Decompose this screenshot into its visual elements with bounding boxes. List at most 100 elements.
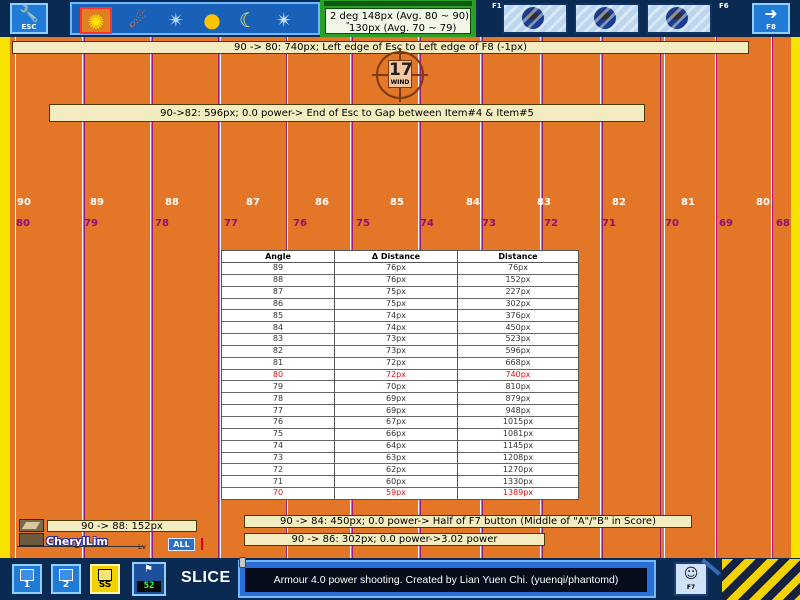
cell-distance: 376px (457, 309, 579, 322)
shot-mode-2-label: 2 (62, 580, 70, 590)
hazard-stripes (722, 559, 800, 600)
table-row: 71 60px 1330px (221, 475, 579, 488)
f1-key-label: F1 (492, 2, 502, 10)
player-avatar (19, 533, 44, 546)
item-slot-tornado-icon[interactable]: ✴ (160, 7, 192, 34)
angle-label: 89 (90, 197, 104, 208)
f7-button[interactable]: ☺ F7 (674, 562, 708, 596)
table-row: 76 67px 1015px (221, 415, 579, 429)
slot-shine (576, 5, 638, 32)
angle-label: 83 (537, 197, 551, 208)
table-row: 84 74px 450px (221, 321, 579, 334)
cell-angle: 88 (221, 273, 335, 287)
note-angle-86: 90 -> 86: 302px; 0.0 power->3.02 power (244, 533, 545, 546)
cell-distance: 1270px (457, 463, 579, 476)
power-bar[interactable]: Armour 4.0 power shooting. Created by Li… (245, 568, 647, 592)
mark-gridline (772, 37, 773, 558)
weapon-name: SLICE (181, 569, 231, 586)
cell-delta-distance: 62px (334, 463, 458, 476)
table-row: 87 75px 227px (221, 285, 579, 299)
f8-label: F8 (766, 23, 776, 31)
table-row: 74 64px 1145px (221, 439, 579, 452)
item-slot-tornado-2-icon[interactable]: ✴ (268, 7, 300, 34)
cell-distance: 1015px (457, 415, 579, 429)
cell-angle: 77 (221, 404, 335, 417)
teammate-slot-1[interactable] (502, 3, 568, 34)
power-bar-frame: Armour 4.0 power shooting. Created by Li… (238, 560, 656, 598)
table-row: 85 74px 376px (221, 309, 579, 322)
cell-delta-distance: 72px (334, 356, 458, 370)
angle-label: 81 (681, 197, 695, 208)
shot-mode-ss-label: SS (98, 580, 112, 590)
mark-label: 74 (420, 218, 434, 229)
table-row: 75 66px 1081px (221, 427, 579, 441)
item-slots-bar: ✺ ☄ ✴ ● ☾ ✴ (70, 2, 320, 35)
cell-distance: 948px (457, 404, 579, 417)
power-marker-handle[interactable] (239, 557, 246, 568)
angle-label: 90 (17, 197, 31, 208)
mark-gridline (716, 37, 717, 558)
teammate-slot-2[interactable] (574, 3, 640, 34)
cell-delta-distance: 76px (334, 273, 458, 287)
table-body: 89 76px 76px 88 76px 152px 87 75px 227px 86 75px 30… (221, 262, 579, 500)
cell-delta-distance: 75px (334, 285, 458, 299)
cell-angle: 73 (221, 451, 335, 464)
item-slot-moon-icon[interactable]: ☾ (232, 7, 264, 34)
cell-distance: 152px (457, 273, 579, 287)
cell-angle: 71 (221, 475, 335, 488)
cell-distance: 1081px (457, 427, 579, 441)
mark-label: 72 (544, 218, 558, 229)
move-value: 52 (137, 581, 161, 592)
cell-angle: 74 (221, 439, 335, 452)
angle-label: 86 (315, 197, 329, 208)
angle-label: 87 (246, 197, 260, 208)
cell-angle: 79 (221, 380, 335, 393)
shot-mode-1-button[interactable]: 1 (12, 564, 42, 594)
cell-delta-distance: 67px (334, 415, 458, 429)
table-row: 82 73px 596px (221, 344, 579, 358)
cell-angle: 87 (221, 285, 335, 299)
mark-label: 69 (719, 218, 733, 229)
table-header-row: Angle Δ Distance Distance (221, 250, 579, 263)
cell-delta-distance: 60px (334, 475, 458, 488)
chat-cursor (201, 538, 203, 550)
cell-distance: 450px (457, 321, 579, 334)
note-angle-84: 90 -> 84: 450px; 0.0 power-> Half of F7 … (244, 515, 692, 528)
cell-delta-distance: 76px (334, 262, 458, 275)
cell-angle: 86 (221, 297, 335, 310)
cell-angle: 75 (221, 427, 335, 441)
table-row: 72 62px 1270px (221, 463, 579, 476)
mark-label: 73 (482, 218, 496, 229)
cell-delta-distance: 75px (334, 297, 458, 310)
wind-value: 17 (389, 60, 413, 80)
item-slot-comet-icon[interactable]: ☄ (122, 7, 154, 34)
mark-gridline (660, 37, 661, 558)
shot-mode-2-button[interactable]: 2 (51, 564, 81, 594)
mark-label: 70 (665, 218, 679, 229)
cell-distance: 596px (457, 344, 579, 358)
angle-gauge (324, 1, 472, 6)
cell-distance: 668px (457, 356, 579, 370)
item-slot-sun-icon[interactable]: ✺ (80, 7, 112, 34)
mark-label: 76 (293, 218, 307, 229)
cell-angle: 72 (221, 463, 335, 476)
table-row: 83 73px 523px (221, 333, 579, 346)
cell-angle: 76 (221, 415, 335, 429)
cell-distance: 76px (457, 262, 579, 275)
chat-scope-all-button[interactable]: ALL (168, 538, 195, 551)
table-row: 86 75px 302px (221, 297, 579, 310)
cell-distance: 227px (457, 285, 579, 299)
cell-delta-distance: 73px (334, 344, 458, 358)
teammate-slot-3[interactable] (646, 3, 712, 34)
cell-angle: 85 (221, 309, 335, 322)
item-slot-sun-small-icon[interactable]: ● (196, 7, 228, 34)
esc-button[interactable]: 🔧 ESC (10, 3, 48, 34)
shot-mode-ss-button[interactable]: SS (90, 564, 120, 594)
f8-skip-button[interactable]: ➜ F8 (752, 3, 790, 34)
angle-readout-line-2: 130px (Avg. 70 ~ 79) (349, 23, 457, 34)
mark-label: 78 (155, 218, 169, 229)
f7-label: F7 (686, 584, 696, 591)
cell-angle: 78 (221, 392, 335, 405)
wind-indicator: 17 WIND (372, 48, 428, 102)
table-row: 88 76px 152px (221, 273, 579, 287)
